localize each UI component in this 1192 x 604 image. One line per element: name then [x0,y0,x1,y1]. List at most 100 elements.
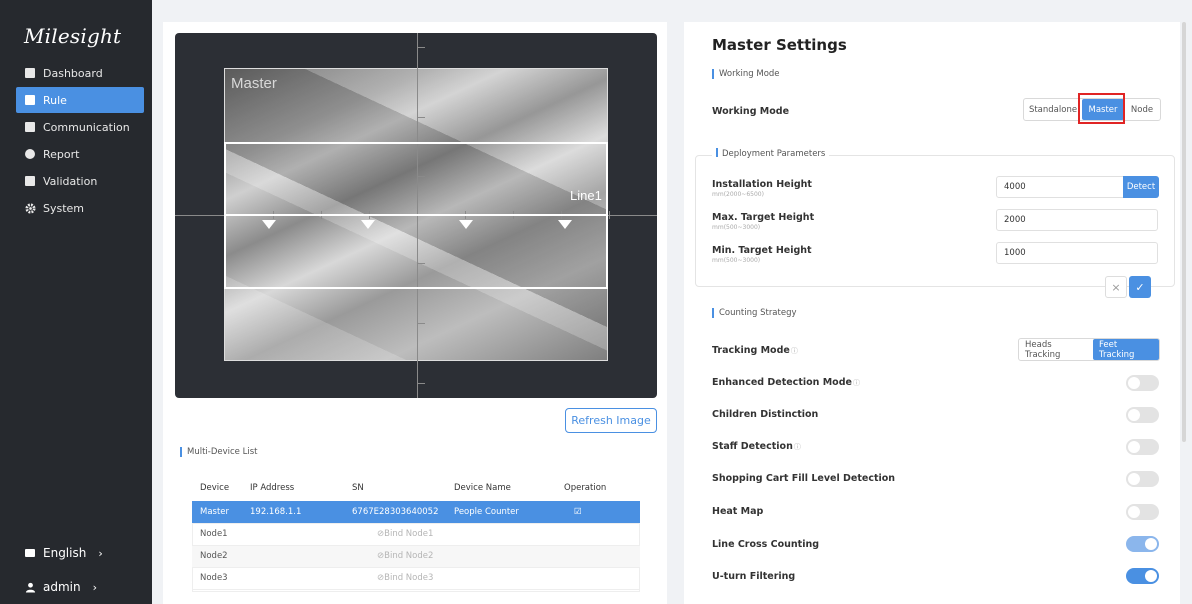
refresh-image-button[interactable]: Refresh Image [565,408,657,433]
table-row: Node1 ⊘Bind Node1 [192,523,640,546]
enhanced-detection-toggle[interactable] [1126,375,1159,391]
sidebar-nav: Dashboard Rule Communication Report Vali… [16,60,144,222]
installation-height-range: mm(2000~6500) [712,191,764,198]
u-turn-filtering-label: U-turn Filtering [712,571,796,582]
staff-detection-toggle[interactable] [1126,439,1159,455]
line-cross-counting-toggle[interactable] [1126,536,1159,552]
staff-detection-text: Staff Detection [712,441,793,452]
bind-node-link[interactable]: ⊘Bind Node3 [242,567,640,590]
sn-cell: 6767E28303640052 [344,501,446,524]
counting-line[interactable] [224,214,608,216]
info-icon[interactable]: ⓘ [791,347,798,355]
ip-cell: 192.168.1.1 [242,501,344,524]
column-header: Device [192,475,242,501]
chevron-right-icon: › [98,546,103,560]
axis-tick [417,383,425,384]
bind-node-label: Bind Node2 [384,551,434,561]
gear-icon [24,202,36,214]
bind-node-link[interactable]: ⊘Bind Node1 [242,523,640,546]
brand-name: Milesight [24,24,122,48]
line-cross-counting-label: Line Cross Counting [712,539,820,550]
max-target-height-range: mm(500~3000) [712,224,761,231]
sidebar-item-communication[interactable]: Communication [16,114,144,140]
tracking-mode-label: Tracking Modeⓘ [712,345,798,356]
info-icon[interactable]: ⓘ [794,443,801,451]
user-menu[interactable]: admin › [24,576,134,598]
multi-device-list-heading: Multi-Device List [180,447,257,457]
max-target-height-input[interactable]: 2000 [996,209,1158,231]
bind-node-label: Bind Node1 [384,529,434,539]
bind-node-link[interactable]: ⊘Bind Node2 [242,545,640,568]
installation-height-label: Installation Height mm(2000~6500) [712,179,812,198]
language-selector[interactable]: English › [24,542,134,564]
working-mode-option-standalone[interactable]: Standalone [1024,99,1082,120]
column-header: Operation [556,475,640,501]
cancel-button[interactable]: × [1105,276,1127,298]
user-icon [24,581,36,593]
axis-tick [609,211,610,219]
sidebar-item-system[interactable]: System [16,195,144,221]
direction-arrow-icon [361,220,375,229]
edit-icon[interactable]: ☑ [556,501,640,524]
validation-icon [24,175,36,187]
direction-arrow-icon [459,220,473,229]
heat-map-toggle[interactable] [1126,504,1159,520]
page-title: Master Settings [712,36,847,54]
table-row[interactable]: Master 192.168.1.1 6767E28303640052 Peop… [192,501,640,524]
report-icon [24,148,36,160]
scrollbar[interactable] [1182,22,1186,442]
sidebar-item-label: Communication [43,120,130,134]
sidebar-item-label: Dashboard [43,66,103,80]
device-cell: Master [192,501,242,524]
user-label: admin [43,580,81,594]
max-target-height-label: Max. Target Height mm(500~3000) [712,212,814,231]
working-mode-label: Working Mode [712,106,790,117]
sidebar-item-label: Report [43,147,80,161]
direction-arrow-icon [262,220,276,229]
device-name-cell: People Counter [446,501,556,524]
sidebar: Milesight Dashboard Rule Communication R… [0,0,152,604]
sidebar-item-label: Validation [43,174,98,188]
shopping-cart-toggle[interactable] [1126,471,1159,487]
info-icon[interactable]: ⓘ [853,379,860,387]
tracking-mode-text: Tracking Mode [712,345,790,356]
sidebar-item-validation[interactable]: Validation [16,168,144,194]
installation-height-input[interactable]: 4000 [996,176,1124,198]
enhanced-detection-text: Enhanced Detection Mode [712,377,852,388]
sidebar-item-label: System [43,201,85,215]
rule-icon [24,94,36,106]
table-row: Node3 ⊘Bind Node3 [192,567,640,590]
tracking-option-heads[interactable]: Heads Tracking [1019,339,1093,360]
detect-button[interactable]: Detect [1123,176,1159,198]
working-mode-section-heading: Working Mode [712,69,780,79]
device-cell: Node1 [192,523,242,546]
brand-logo: Milesight [24,24,121,48]
chevron-right-icon: › [92,580,98,594]
camera-preview[interactable]: Master Line1 [175,33,657,398]
tracking-mode-selector: Heads Tracking Feet Tracking [1018,338,1160,361]
min-target-height-input[interactable]: 1000 [996,242,1158,264]
column-header: SN [344,475,446,501]
highlight-box [1078,93,1125,124]
u-turn-filtering-toggle[interactable] [1126,568,1159,584]
table-header: Device IP Address SN Device Name Operati… [192,475,640,501]
device-cell: Node3 [192,567,242,590]
children-distinction-label: Children Distinction [712,409,819,420]
staff-detection-label: Staff Detectionⓘ [712,441,801,452]
working-mode-option-node[interactable]: Node [1124,99,1160,120]
enhanced-detection-label: Enhanced Detection Modeⓘ [712,377,860,388]
counting-line-label: Line1 [570,188,602,203]
heat-map-label: Heat Map [712,506,764,517]
axis-tick [417,117,425,118]
sidebar-item-dashboard[interactable]: Dashboard [16,60,144,86]
direction-arrow-icon [558,220,572,229]
min-target-height-label: Min. Target Height mm(500~3000) [712,245,812,264]
tracking-option-feet[interactable]: Feet Tracking [1093,339,1159,360]
confirm-button[interactable]: ✓ [1129,276,1151,298]
children-distinction-toggle[interactable] [1126,407,1159,423]
dashboard-icon [24,67,36,79]
sidebar-item-rule[interactable]: Rule [16,87,144,113]
communication-icon [24,121,36,133]
table-row: Node2 ⊘Bind Node2 [192,545,640,568]
sidebar-item-report[interactable]: Report [16,141,144,167]
